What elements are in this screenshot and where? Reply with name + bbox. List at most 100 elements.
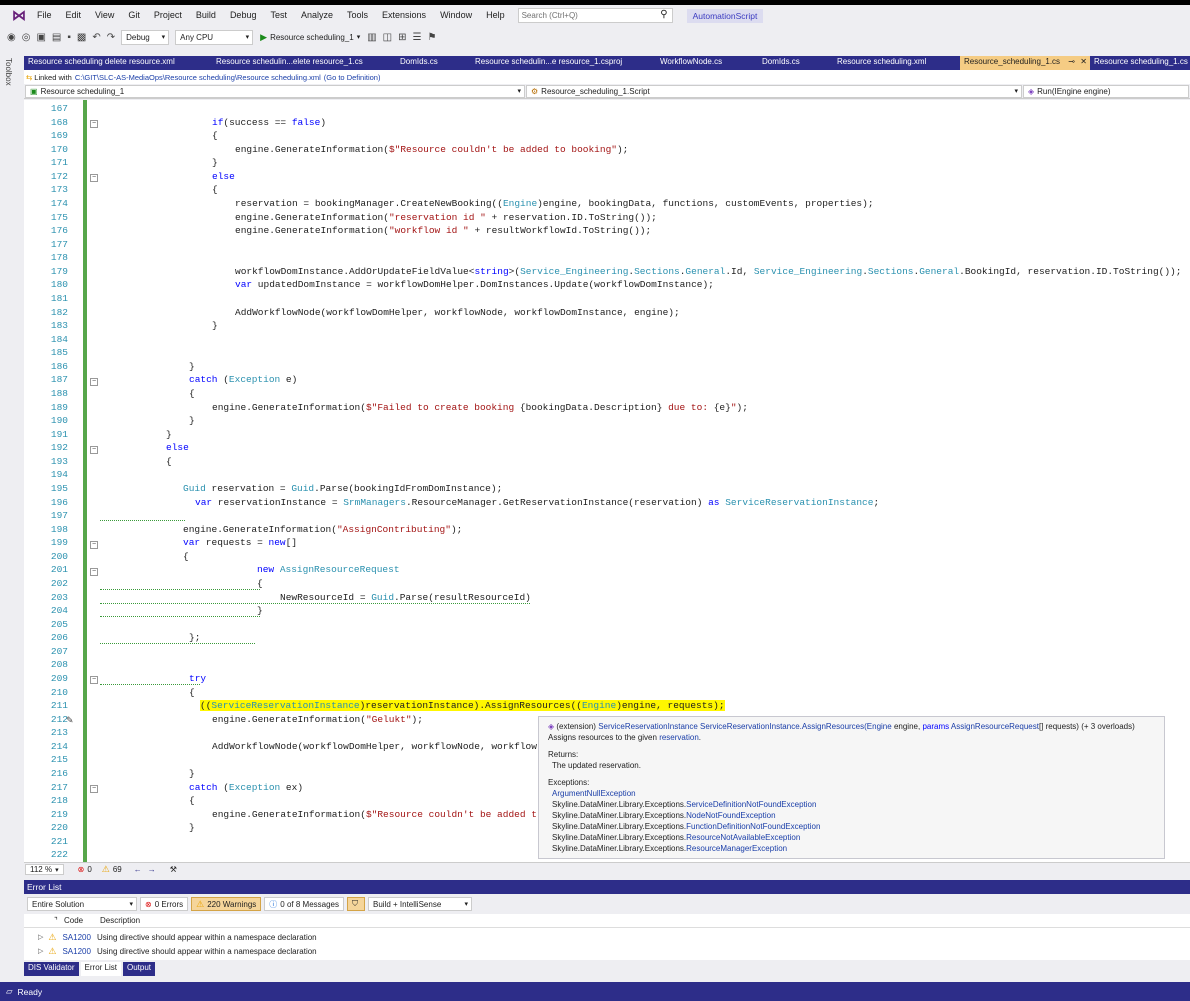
toolbox-panel[interactable]: Toolbox xyxy=(0,52,20,982)
table-row[interactable]: ▷ ⚠ SA1200 Using directive should appear… xyxy=(24,944,1190,958)
code-line-188[interactable]: { xyxy=(189,388,195,399)
code-line-199[interactable]: var requests = new[] xyxy=(183,537,297,548)
code-line-172[interactable]: else xyxy=(212,171,235,182)
scope-select[interactable]: Entire Solution ▾ xyxy=(27,897,137,911)
code-line-186[interactable]: } xyxy=(189,361,195,372)
code-line-220[interactable]: } xyxy=(189,822,195,833)
exception-link[interactable]: NodeNotFoundException xyxy=(686,811,775,820)
tab-domids-cs[interactable]: DomIds.cs xyxy=(396,56,471,70)
code-line-200[interactable]: { xyxy=(183,551,189,562)
code-line-179[interactable]: workflowDomInstance.AddOrUpdateFieldValu… xyxy=(235,266,1181,277)
tab-resource-scheduling-1-cs-active[interactable]: Resource_scheduling_1.cs ⊸ ✕ xyxy=(960,56,1090,70)
save-icon[interactable]: ▪ xyxy=(64,32,74,43)
code-editor[interactable]: 167 168 169 170 171 172 173 174 175 176 177 178 179 1… xyxy=(24,100,1190,862)
tab-resource-scheduling-delete-resource-xml[interactable]: Resource scheduling delete resource.xml xyxy=(24,56,212,70)
error-code-link[interactable]: SA1200 xyxy=(62,947,90,956)
save-all-icon[interactable]: ▩ xyxy=(74,32,89,43)
new-item-icon[interactable]: ▣ xyxy=(33,32,48,43)
code-line-183[interactable]: } xyxy=(212,320,218,331)
errors-filter-button[interactable]: ⊗ 0 Errors xyxy=(140,897,189,911)
bookmark-icon[interactable]: ⚑ xyxy=(424,32,439,43)
toolbar-icon-a[interactable]: ▥ xyxy=(364,32,379,43)
collapse-icon[interactable]: − xyxy=(90,541,98,549)
code-line-171[interactable]: } xyxy=(212,157,218,168)
summary-link[interactable]: reservation xyxy=(659,733,699,742)
collapse-icon[interactable]: − xyxy=(90,568,98,576)
collapse-icon[interactable]: − xyxy=(90,174,98,182)
code-line-187[interactable]: catch (Exception e) xyxy=(189,374,297,385)
tab-error-list[interactable]: Error List xyxy=(80,962,121,976)
warnings-filter-button[interactable]: ⚠ 220 Warnings xyxy=(191,897,262,911)
tab-resource-scheduling-csproj[interactable]: Resource schedulin...e resource_1.csproj xyxy=(471,56,656,70)
exception-link[interactable]: FunctionDefinitionNotFoundException xyxy=(686,822,820,831)
zoom-select[interactable]: 112 % ▾ xyxy=(25,864,64,875)
toolbar-icon-c[interactable]: ⊞ xyxy=(395,32,409,43)
code-line-176[interactable]: engine.GenerateInformation("workflow id … xyxy=(235,225,651,236)
tab-output[interactable]: Output xyxy=(123,962,156,976)
code-line-190[interactable]: } xyxy=(189,415,195,426)
tab-dis-validator[interactable]: DIS Validator xyxy=(24,962,79,976)
start-debugging-button[interactable]: ▶ Resource scheduling_1 ▾ xyxy=(260,32,360,43)
filter-icon[interactable]: ⛉ xyxy=(347,897,365,911)
code-line-193[interactable]: { xyxy=(166,456,172,467)
column-code-header[interactable]: Code xyxy=(64,916,83,925)
toolbar-icon-d[interactable]: ☰ xyxy=(410,32,425,43)
menu-extensions[interactable]: Extensions xyxy=(375,5,433,26)
redo-icon[interactable]: ↷ xyxy=(104,32,118,43)
menu-analyze[interactable]: Analyze xyxy=(294,5,340,26)
code-line-216[interactable]: } xyxy=(189,768,195,779)
project-dropdown[interactable]: ▣ Resource scheduling_1 ▾ xyxy=(25,84,525,98)
tab-domids-cs-2[interactable]: DomIds.cs xyxy=(758,56,833,70)
collapse-icon[interactable]: − xyxy=(90,378,98,386)
menu-help[interactable]: Help xyxy=(479,5,512,26)
signature-param1-link[interactable]: Engine xyxy=(867,722,892,731)
menu-view[interactable]: View xyxy=(88,5,121,26)
menu-window[interactable]: Window xyxy=(433,5,479,26)
class-dropdown[interactable]: ⚙ Resource_scheduling_1.Script ▾ xyxy=(526,84,1022,98)
exception-link[interactable]: ResourceNotAvailableException xyxy=(686,833,800,842)
code-line-175[interactable]: engine.GenerateInformation("reservation … xyxy=(235,212,657,223)
exception-link[interactable]: ArgumentNullException xyxy=(552,789,636,798)
quick-action-pencil-icon[interactable]: ✎ xyxy=(66,715,74,726)
search-input[interactable]: Search (Ctrl+Q) ⚲ xyxy=(517,8,673,23)
messages-filter-button[interactable]: ⓘ 0 of 8 Messages xyxy=(264,897,344,911)
table-row[interactable]: ▷ ⚠ SA1200 Using directive should appear… xyxy=(24,930,1190,944)
linked-path-link[interactable]: C:\GIT\SLC-AS-MediaOps\Resource scheduli… xyxy=(75,73,321,82)
error-icon[interactable]: ⊗ xyxy=(78,865,85,874)
exception-link[interactable]: ServiceDefinitionNotFoundException xyxy=(686,800,816,809)
exception-link[interactable]: ResourceManagerException xyxy=(686,844,787,853)
back-icon[interactable]: ◉ xyxy=(4,32,19,43)
collapse-icon[interactable]: − xyxy=(90,120,98,128)
code-line-214[interactable]: AddWorkflowNode(workflowDomHelper, workf… xyxy=(212,741,537,752)
open-icon[interactable]: ▤ xyxy=(49,32,64,43)
code-line-189[interactable]: engine.GenerateInformation($"Failed to c… xyxy=(212,402,748,413)
menu-file[interactable]: File xyxy=(30,5,59,26)
menu-test[interactable]: Test xyxy=(263,5,294,26)
code-line-174[interactable]: reservation = bookingManager.CreateNewBo… xyxy=(235,198,874,209)
expand-icon[interactable]: ▷ xyxy=(38,933,43,941)
menu-build[interactable]: Build xyxy=(189,5,223,26)
code-line-201[interactable]: new AssignResourceRequest xyxy=(257,564,400,575)
code-line-196[interactable]: var reservationInstance = SrmManagers.Re… xyxy=(195,497,879,508)
menu-git[interactable]: Git xyxy=(121,5,147,26)
code-line-218[interactable]: { xyxy=(189,795,195,806)
code-line-170[interactable]: engine.GenerateInformation($"Resource co… xyxy=(235,144,628,155)
code-line-192[interactable]: else xyxy=(166,442,189,453)
code-line-210[interactable]: { xyxy=(189,687,195,698)
menu-project[interactable]: Project xyxy=(147,5,189,26)
configuration-select[interactable]: Debug ▾ xyxy=(121,29,170,45)
signature-type-link[interactable]: ServiceReservationInstance xyxy=(598,722,698,731)
code-line-169[interactable]: { xyxy=(212,130,218,141)
code-line-168[interactable]: if(success == false) xyxy=(212,117,326,128)
code-line-180[interactable]: var updatedDomInstance = workflowDomHelp… xyxy=(235,279,714,290)
signature-method-link[interactable]: ServiceReservationInstance.AssignResourc… xyxy=(700,722,867,731)
collapse-icon[interactable]: − xyxy=(90,785,98,793)
close-icon[interactable]: ✕ xyxy=(1080,57,1087,66)
navigate-forward-icon[interactable]: → xyxy=(148,865,156,874)
pin-icon[interactable]: ⊸ xyxy=(1068,57,1075,66)
code-line-195[interactable]: Guid reservation = Guid.Parse(bookingIdF… xyxy=(183,483,502,494)
code-line-217[interactable]: catch (Exception ex) xyxy=(189,782,303,793)
member-dropdown[interactable]: ◈ Run(IEngine engine) xyxy=(1023,84,1189,98)
menu-edit[interactable]: Edit xyxy=(59,5,89,26)
go-to-definition-link[interactable]: (Go to Definition) xyxy=(324,73,381,82)
